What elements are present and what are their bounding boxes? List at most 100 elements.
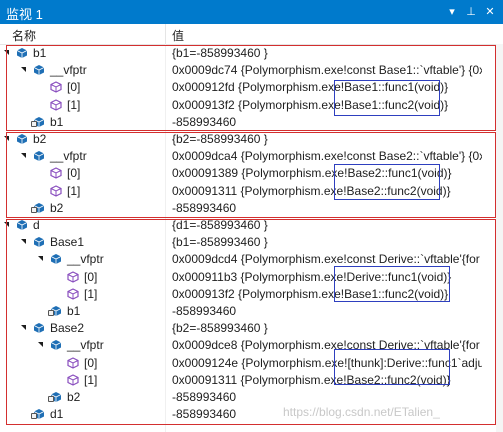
- variable-name: [0]: [67, 80, 81, 95]
- tree-row[interactable]: [0] 0x000912fd {Polymorphism.exe!Base1::f…: [0, 78, 503, 97]
- object-cube-icon: [16, 134, 28, 144]
- variable-name: [1]: [84, 372, 98, 387]
- variable-name: b1: [33, 46, 47, 60]
- collapse-arrow-icon[interactable]: [21, 239, 26, 245]
- watch-tree: b1 {b1=-858993460 } __vfptr 0x0009dc74 {Pol…: [0, 44, 503, 432]
- method-cube-icon: [67, 374, 79, 386]
- tree-row[interactable]: b2 {b2=-858993460 }: [0, 130, 503, 149]
- variable-value[interactable]: 0x0009dce8 {Polymorphism.exe!const Deriv…: [172, 338, 482, 352]
- variable-name: __vfptr: [50, 63, 87, 78]
- method-cube-icon: [50, 167, 62, 180]
- vertical-scrollbar[interactable]: [496, 44, 503, 432]
- tree-row[interactable]: d {d1=-858993460 }: [0, 216, 503, 235]
- variable-value[interactable]: {b1=-858993460 }: [172, 46, 482, 60]
- variable-name: __vfptr: [67, 252, 104, 267]
- variable-value[interactable]: 0x0009dca4 {Polymorphism.exe!const Base2…: [172, 149, 482, 163]
- variable-value[interactable]: 0x000912fd {Polymorphism.exe!Base1::func…: [172, 80, 482, 94]
- collapse-arrow-icon[interactable]: [21, 325, 26, 331]
- column-header-name[interactable]: 名称: [12, 27, 36, 44]
- watermark-text: https://blog.csdn.net/ETalien_: [283, 405, 440, 419]
- collapse-arrow-icon[interactable]: [38, 256, 43, 262]
- variable-name: b1: [50, 114, 64, 129]
- tree-row[interactable]: __vfptr 0x0009dcd4 {Polymorphism.exe!cons…: [0, 250, 503, 269]
- tree-row[interactable]: [0] 0x0009124e {Polymorphism.exe![thunk]:…: [0, 354, 503, 373]
- tree-row[interactable]: __vfptr 0x0009dca4 {Polymorphism.exe!cons…: [0, 147, 503, 166]
- lock-icon: [31, 413, 37, 420]
- variable-value[interactable]: {b2=-858993460 }: [172, 132, 482, 146]
- column-header: 名称 值: [0, 24, 503, 45]
- tree-row[interactable]: __vfptr 0x0009dce8 {Polymorphism.exe!cons…: [0, 336, 503, 355]
- variable-name: [1]: [67, 183, 81, 198]
- tree-row[interactable]: Base2 {b2=-858993460 }: [0, 319, 503, 338]
- variable-value[interactable]: {b2=-858993460 }: [172, 321, 482, 335]
- variable-value[interactable]: -858993460: [172, 304, 482, 318]
- collapse-arrow-icon[interactable]: [4, 50, 9, 55]
- object-cube-icon: [50, 254, 62, 265]
- variable-name: b2: [67, 390, 81, 404]
- tree-row[interactable]: __vfptr 0x0009dc74 {Polymorphism.exe!cons…: [0, 61, 503, 80]
- lock-icon: [48, 396, 54, 402]
- object-cube-icon: [50, 340, 62, 351]
- tree-row[interactable]: [1] 0x000913f2 {Polymorphism.exe!Base1::f…: [0, 285, 503, 304]
- tree-row[interactable]: b1 -858993460: [0, 113, 503, 132]
- lock-icon: [48, 310, 54, 316]
- variable-value[interactable]: -858993460: [172, 201, 482, 215]
- collapse-arrow-icon[interactable]: [38, 342, 43, 348]
- variable-value[interactable]: {b1=-858993460 }: [172, 235, 482, 249]
- close-icon[interactable]: ✕: [483, 5, 497, 19]
- collapse-arrow-icon[interactable]: [21, 153, 26, 159]
- variable-name: Base2: [50, 321, 85, 336]
- object-cube-icon: [33, 65, 45, 76]
- variable-value[interactable]: 0x00091389 {Polymorphism.exe!Base2::func…: [172, 166, 482, 180]
- lock-icon: [31, 206, 37, 213]
- variable-value[interactable]: 0x000911b3 {Polymorphism.exe!Derive::fun…: [172, 270, 482, 284]
- variable-value[interactable]: {d1=-858993460 }: [172, 218, 482, 232]
- variable-name: [1]: [67, 97, 81, 112]
- tree-row[interactable]: [0] 0x00091389 {Polymorphism.exe!Base2::f…: [0, 164, 503, 183]
- variable-name: __vfptr: [50, 149, 87, 164]
- method-cube-icon: [50, 184, 62, 197]
- variable-value[interactable]: -858993460: [172, 390, 482, 404]
- variable-value[interactable]: -858993460: [172, 115, 482, 129]
- variable-value[interactable]: 0x0009dcd4 {Polymorphism.exe!const Deriv…: [172, 252, 482, 266]
- window-title: 监视 1: [6, 7, 43, 22]
- tree-row[interactable]: b1 {b1=-858993460 }: [0, 44, 503, 63]
- column-header-divider[interactable]: [165, 24, 166, 44]
- variable-value[interactable]: 0x0009dc74 {Polymorphism.exe!const Base1…: [172, 63, 482, 77]
- object-cube-icon: [33, 151, 45, 162]
- variable-name: d1: [50, 407, 64, 422]
- column-header-value[interactable]: 值: [172, 27, 184, 44]
- variable-name: b2: [50, 200, 64, 215]
- method-cube-icon: [67, 270, 79, 283]
- variable-name: __vfptr: [67, 338, 104, 353]
- pin-icon[interactable]: ⊥: [464, 5, 478, 19]
- tree-row[interactable]: [1] 0x000913f2 {Polymorphism.exe!Base1::f…: [0, 96, 503, 115]
- watch-window-titlebar: 监视 1 ▾ ⊥ ✕: [0, 0, 503, 24]
- lock-icon: [31, 120, 37, 127]
- tree-row[interactable]: [0] 0x000911b3 {Polymorphism.exe!Derive::…: [0, 268, 503, 287]
- tree-row[interactable]: [1] 0x00091311 {Polymorphism.exe!Base2::f…: [0, 371, 503, 390]
- collapse-arrow-icon[interactable]: [4, 222, 9, 227]
- object-cube-icon: [33, 323, 45, 334]
- tree-row[interactable]: b2 -858993460: [0, 199, 503, 218]
- variable-name: [0]: [84, 355, 98, 370]
- variable-value[interactable]: 0x000913f2 {Polymorphism.exe!Base1::func…: [172, 98, 482, 112]
- variable-value[interactable]: 0x0009124e {Polymorphism.exe![thunk]:Der…: [172, 356, 482, 370]
- method-cube-icon: [50, 98, 62, 111]
- object-cube-icon: [16, 48, 28, 58]
- window-menu-icon[interactable]: ▾: [445, 5, 459, 19]
- method-cube-icon: [67, 356, 79, 369]
- collapse-arrow-icon[interactable]: [4, 136, 9, 141]
- object-cube-icon: [16, 220, 28, 230]
- variable-value[interactable]: 0x000913f2 {Polymorphism.exe!Base1::func…: [172, 287, 482, 301]
- tree-row[interactable]: b1 -858993460: [0, 302, 503, 321]
- variable-name: b1: [67, 304, 81, 318]
- variable-value[interactable]: 0x00091311 {Polymorphism.exe!Base2::func…: [172, 184, 482, 198]
- tree-row[interactable]: [1] 0x00091311 {Polymorphism.exe!Base2::f…: [0, 182, 503, 201]
- collapse-arrow-icon[interactable]: [21, 67, 26, 73]
- variable-name: Base1: [50, 235, 85, 250]
- variable-value[interactable]: 0x00091311 {Polymorphism.exe!Base2::func…: [172, 373, 482, 387]
- tree-row[interactable]: Base1 {b1=-858993460 }: [0, 233, 503, 252]
- object-cube-icon: [33, 237, 45, 248]
- variable-name: [0]: [67, 166, 81, 181]
